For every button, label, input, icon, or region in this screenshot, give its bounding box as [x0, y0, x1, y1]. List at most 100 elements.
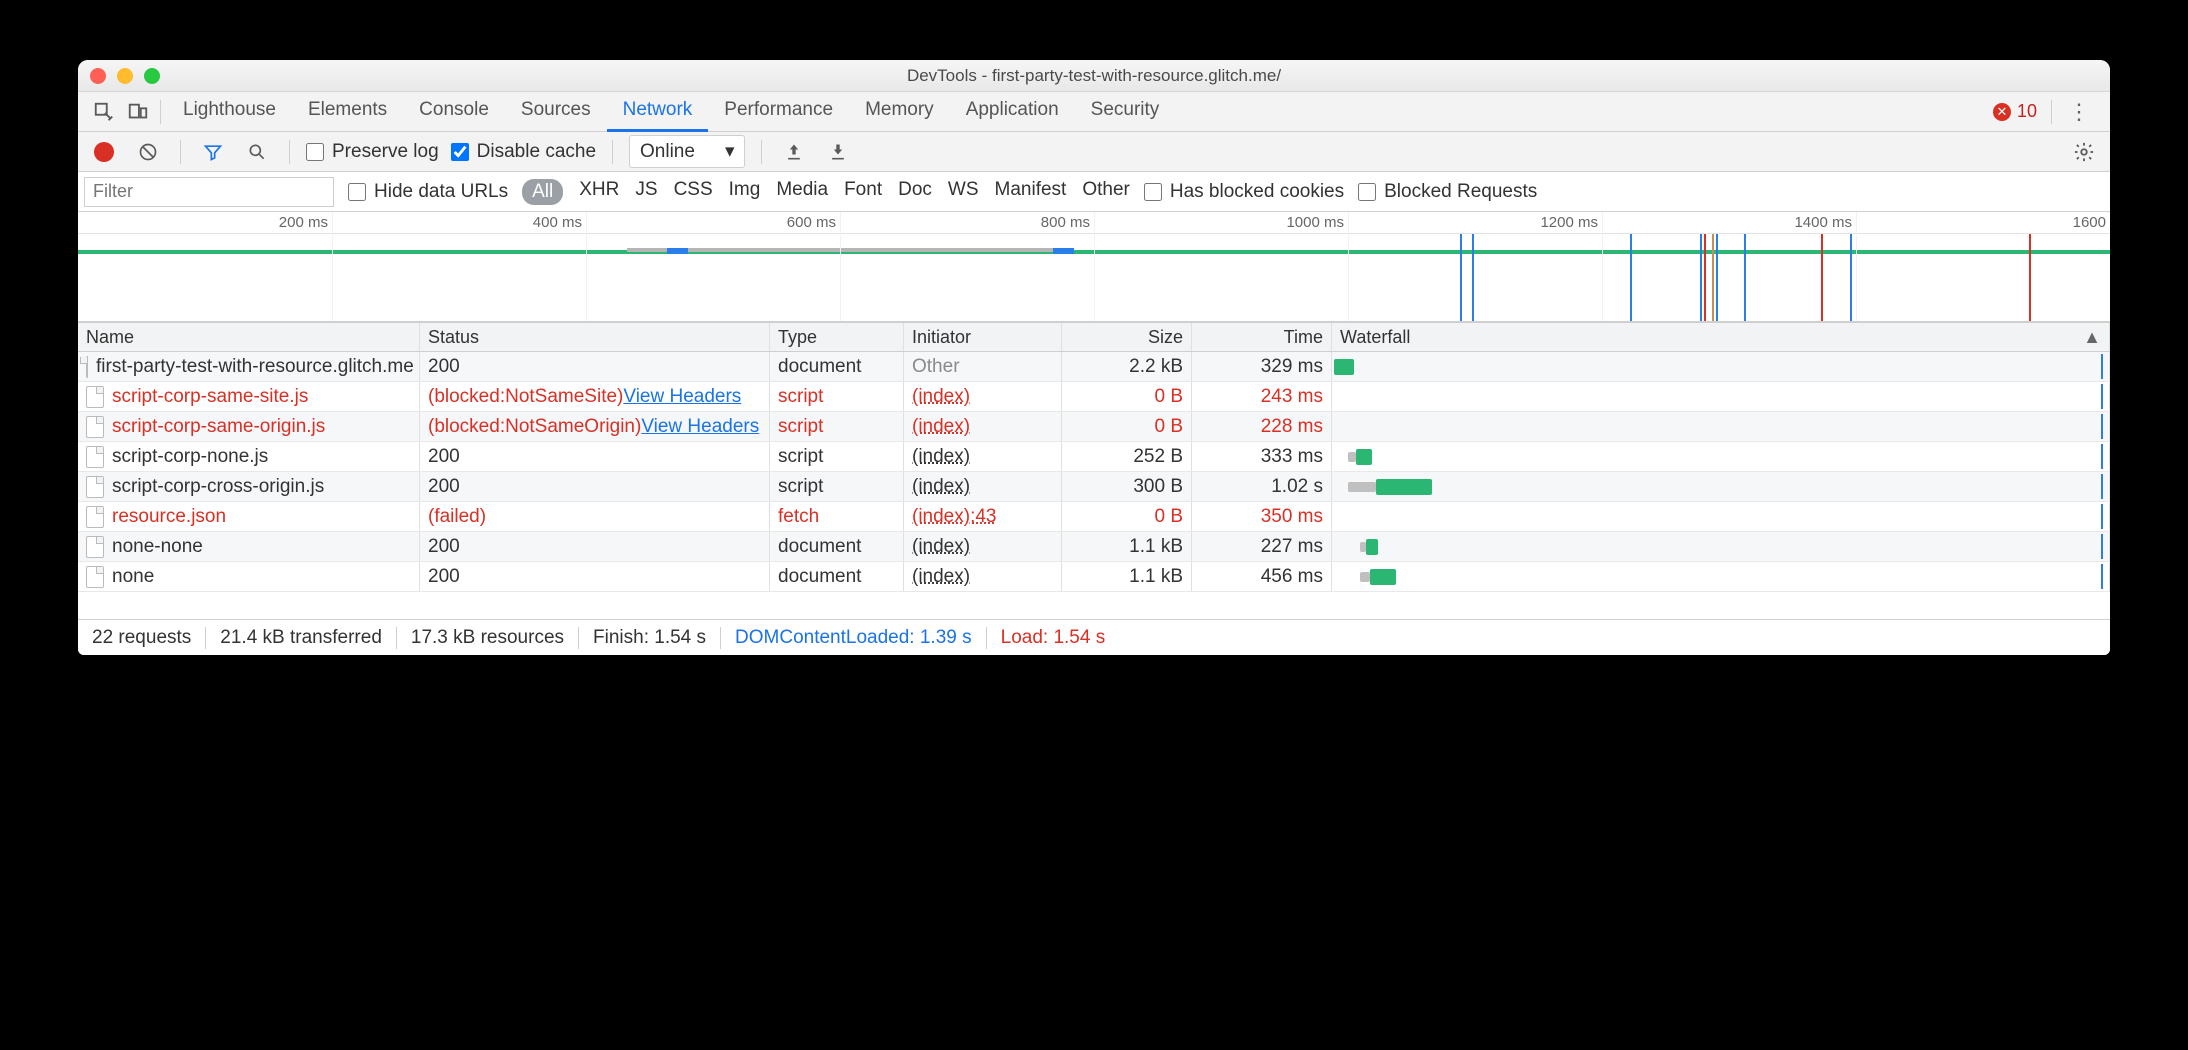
view-headers-link[interactable]: View Headers — [641, 416, 759, 438]
table-row[interactable]: first-party-test-with-resource.glitch.me… — [78, 352, 2110, 382]
status-load: Load: 1.54 s — [1001, 627, 1106, 649]
download-icon[interactable] — [822, 136, 854, 168]
size-text: 252 B — [1133, 446, 1183, 468]
initiator-link[interactable]: (index):43 — [912, 506, 997, 528]
waterfall-cell — [1332, 442, 2110, 471]
status-text: (blocked:NotSameOrigin) — [428, 416, 641, 438]
type-text: script — [778, 416, 823, 438]
size-text: 0 B — [1154, 416, 1183, 438]
settings-icon[interactable] — [2068, 136, 2100, 168]
request-name: none-none — [112, 536, 203, 558]
request-name: first-party-test-with-resource.glitch.me — [96, 356, 414, 378]
size-text: 1.1 kB — [1129, 536, 1183, 558]
filter-type-manifest[interactable]: Manifest — [995, 179, 1067, 205]
filter-type-other[interactable]: Other — [1082, 179, 1130, 205]
table-row[interactable]: script-corp-same-site.js (blocked:NotSam… — [78, 382, 2110, 412]
col-time[interactable]: Time — [1192, 323, 1332, 351]
table-row[interactable]: none 200 document (index) 1.1 kB 456 ms — [78, 562, 2110, 592]
filter-type-all[interactable]: All — [522, 179, 563, 205]
file-icon — [86, 356, 88, 378]
tab-performance[interactable]: Performance — [708, 91, 849, 132]
initiator-link[interactable]: (index) — [912, 536, 970, 558]
request-name: script-corp-none.js — [112, 446, 268, 468]
filter-type-font[interactable]: Font — [844, 179, 882, 205]
initiator-link[interactable]: (index) — [912, 386, 970, 408]
table-row[interactable]: script-corp-same-origin.js (blocked:NotS… — [78, 412, 2110, 442]
timeline-overview[interactable]: 200 ms400 ms600 ms800 ms1000 ms1200 ms14… — [78, 212, 2110, 322]
status-bar: 22 requests 21.4 kB transferred 17.3 kB … — [78, 619, 2110, 655]
has-blocked-cookies-checkbox[interactable]: Has blocked cookies — [1144, 181, 1344, 203]
separator — [160, 100, 161, 124]
initiator-link[interactable]: (index) — [912, 416, 970, 438]
timeline-tick: 1000 ms — [1286, 214, 1348, 231]
filter-input[interactable] — [84, 177, 334, 207]
tab-application[interactable]: Application — [950, 91, 1075, 132]
tab-security[interactable]: Security — [1075, 91, 1176, 132]
close-window-button[interactable] — [90, 68, 106, 84]
blocked-requests-checkbox[interactable]: Blocked Requests — [1358, 181, 1537, 203]
chevron-down-icon: ▾ — [725, 140, 735, 163]
initiator-link[interactable]: (index) — [912, 476, 970, 498]
request-name: script-corp-same-origin.js — [112, 416, 325, 438]
filter-type-xhr[interactable]: XHR — [579, 179, 619, 205]
tab-network[interactable]: Network — [607, 91, 709, 132]
filter-icon[interactable] — [197, 136, 229, 168]
throttling-select[interactable]: Online ▾ — [629, 135, 745, 168]
table-row[interactable]: none-none 200 document (index) 1.1 kB 22… — [78, 532, 2110, 562]
waterfall-cell — [1332, 562, 2110, 591]
view-headers-link[interactable]: View Headers — [623, 386, 741, 408]
record-button[interactable] — [88, 136, 120, 168]
separator — [180, 140, 181, 164]
throttling-value: Online — [640, 141, 695, 163]
search-icon[interactable] — [241, 136, 273, 168]
table-row[interactable]: script-corp-none.js 200 script (index) 2… — [78, 442, 2110, 472]
col-status[interactable]: Status — [420, 323, 770, 351]
col-name[interactable]: Name — [78, 323, 420, 351]
waterfall-cell — [1332, 532, 2110, 561]
table-row[interactable]: resource.json (failed) fetch (index):43 … — [78, 502, 2110, 532]
tab-console[interactable]: Console — [403, 91, 505, 132]
filter-type-doc[interactable]: Doc — [898, 179, 932, 205]
initiator-link[interactable]: (index) — [912, 446, 970, 468]
filter-type-img[interactable]: Img — [729, 179, 761, 205]
col-waterfall[interactable]: Waterfall▲ — [1332, 323, 2110, 351]
preserve-log-checkbox[interactable]: Preserve log — [306, 141, 439, 163]
tab-memory[interactable]: Memory — [849, 91, 950, 132]
filter-type-js[interactable]: JS — [635, 179, 657, 205]
file-icon — [86, 506, 104, 528]
initiator-link[interactable]: (index) — [912, 566, 970, 588]
type-text: document — [778, 536, 861, 558]
status-requests: 22 requests — [92, 627, 191, 649]
filter-type-ws[interactable]: WS — [948, 179, 979, 205]
error-icon: ✕ — [1993, 103, 2011, 121]
error-count[interactable]: ✕ 10 — [1993, 101, 2037, 122]
zoom-window-button[interactable] — [144, 68, 160, 84]
col-type[interactable]: Type — [770, 323, 904, 351]
upload-icon[interactable] — [778, 136, 810, 168]
tab-elements[interactable]: Elements — [292, 91, 403, 132]
file-icon — [86, 386, 104, 408]
timeline-tick: 200 ms — [279, 214, 332, 231]
file-icon — [86, 566, 104, 588]
error-count-value: 10 — [2017, 101, 2037, 122]
type-text: document — [778, 566, 861, 588]
tab-lighthouse[interactable]: Lighthouse — [167, 91, 292, 132]
more-options-icon[interactable]: ⋮ — [2058, 99, 2100, 125]
filter-type-media[interactable]: Media — [776, 179, 828, 205]
clear-icon[interactable] — [132, 136, 164, 168]
status-finish: Finish: 1.54 s — [593, 627, 706, 649]
hide-data-urls-checkbox[interactable]: Hide data URLs — [348, 181, 508, 203]
device-toolbar-icon[interactable] — [122, 96, 154, 128]
blocked-requests-label: Blocked Requests — [1384, 181, 1537, 203]
filter-type-css[interactable]: CSS — [674, 179, 713, 205]
disable-cache-checkbox[interactable]: Disable cache — [451, 141, 596, 163]
status-text: (failed) — [428, 506, 486, 528]
minimize-window-button[interactable] — [117, 68, 133, 84]
col-size[interactable]: Size — [1062, 323, 1192, 351]
table-row[interactable]: script-corp-cross-origin.js 200 script (… — [78, 472, 2110, 502]
tab-sources[interactable]: Sources — [505, 91, 607, 132]
col-initiator[interactable]: Initiator — [904, 323, 1062, 351]
inspect-element-icon[interactable] — [88, 96, 120, 128]
file-icon — [86, 476, 104, 498]
time-text: 456 ms — [1261, 566, 1323, 588]
